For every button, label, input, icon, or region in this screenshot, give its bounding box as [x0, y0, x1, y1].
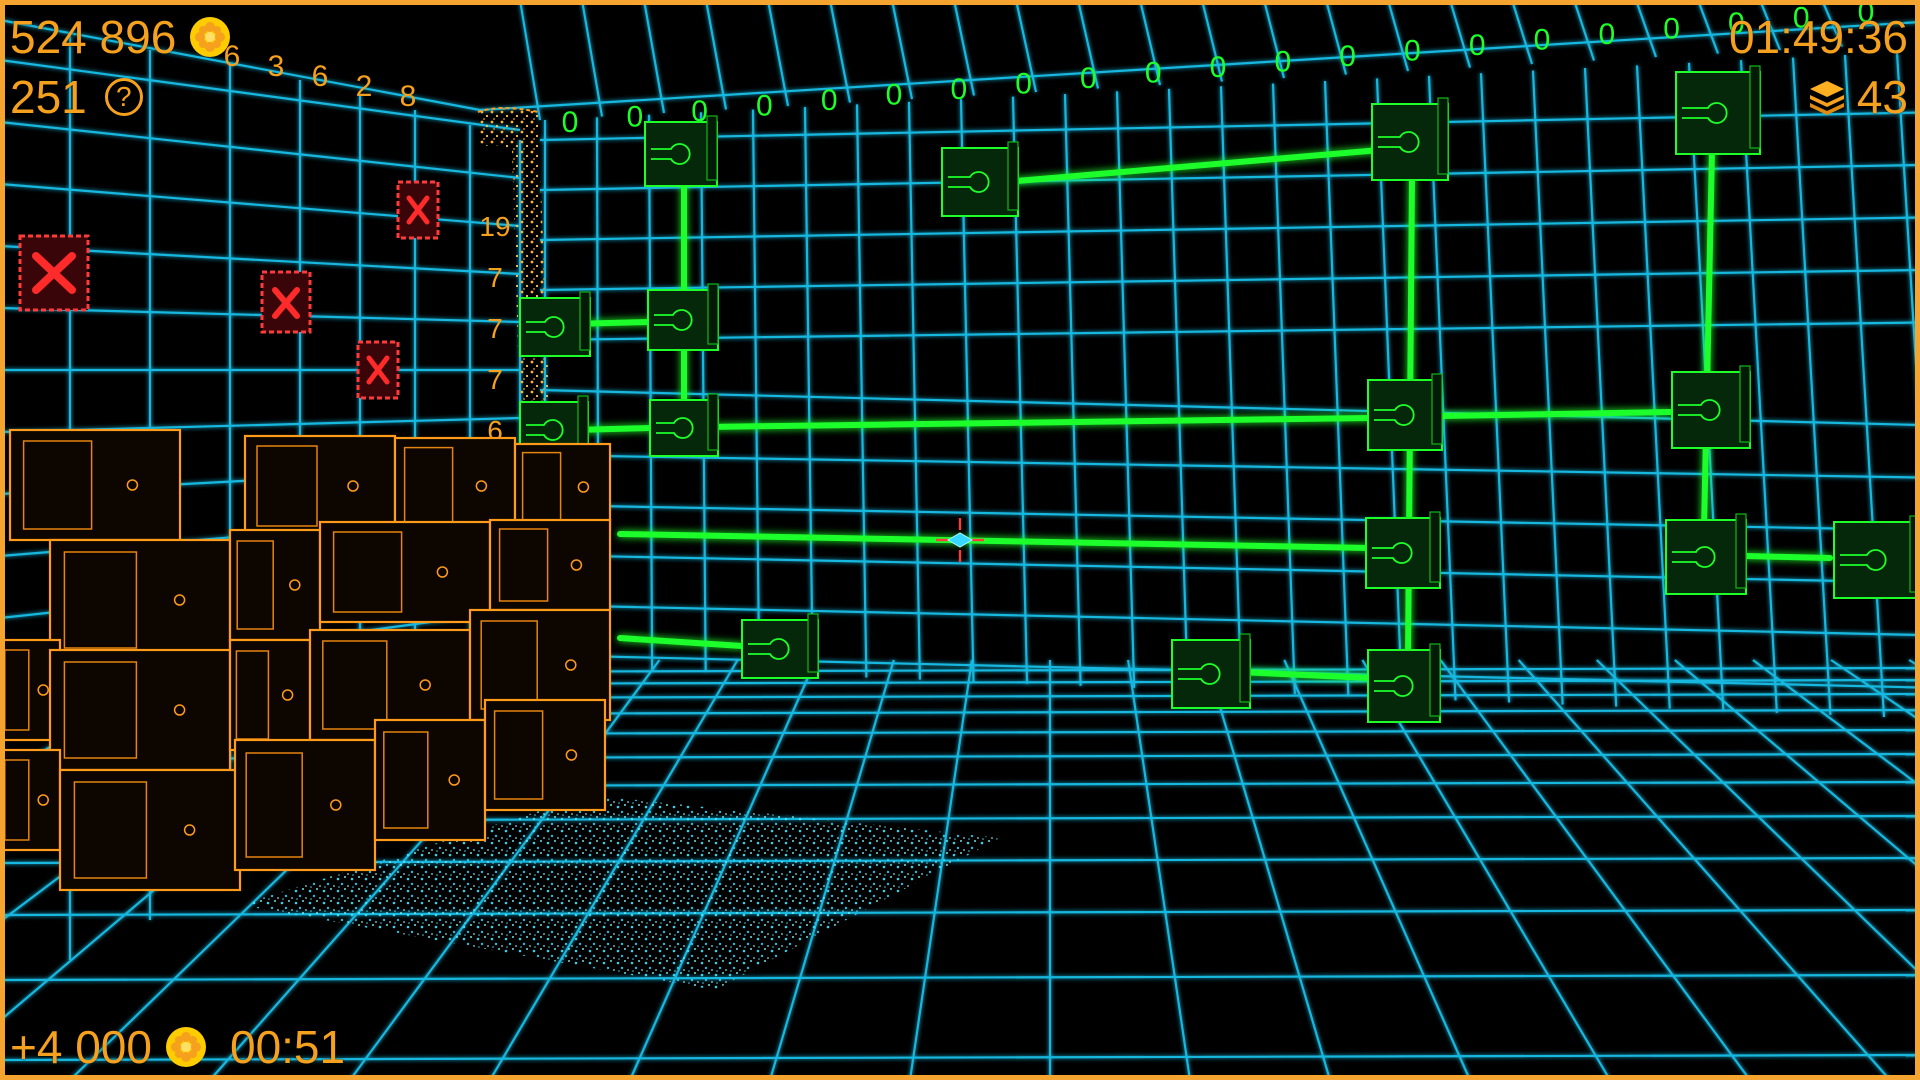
cube-block[interactable]	[318, 520, 492, 624]
counter-digit: 0	[1015, 68, 1032, 101]
counter-digit: 0	[950, 73, 967, 106]
circuit-node[interactable]	[647, 283, 719, 351]
counter-digit: 0	[1469, 29, 1486, 62]
reward-indicator: +4 000 00:51	[10, 1024, 345, 1070]
timer-value: 01:49:36	[1728, 11, 1908, 63]
hint-counter[interactable]: 251 ?	[10, 74, 143, 120]
cube-block[interactable]	[373, 718, 487, 842]
cube-block[interactable]	[228, 528, 322, 642]
hint-count: 251	[10, 71, 87, 123]
counter-digit: 0	[1080, 62, 1097, 95]
coin-icon	[165, 1027, 206, 1067]
counter-digit: 8	[400, 80, 417, 113]
counter-digit: 3	[268, 50, 285, 83]
circuit-node[interactable]	[1671, 365, 1751, 449]
counter-digit: 0	[1598, 18, 1615, 51]
counter-digit: 2	[356, 70, 373, 103]
counter-digit: 0	[886, 79, 903, 112]
cube-block[interactable]	[483, 698, 607, 812]
counter-digit: 0	[626, 101, 643, 134]
cube-block[interactable]	[58, 768, 242, 892]
layered-cubes-icon	[1809, 81, 1844, 115]
counter-digit: 0	[821, 84, 838, 117]
counter-digit: 0	[1210, 51, 1227, 84]
question-circle-icon[interactable]: ?	[104, 78, 143, 116]
cube-block[interactable]	[0, 748, 62, 852]
red-x-icon	[260, 270, 312, 334]
counter-digit: 0	[562, 106, 579, 139]
counter-digit: 0	[756, 90, 773, 123]
circuit-node[interactable]	[649, 393, 719, 457]
red-x-icon	[356, 340, 400, 400]
coin-count: 524 896	[10, 11, 177, 63]
counter-digit: 19	[479, 211, 510, 242]
cube-counter: 43	[1807, 74, 1908, 120]
counter-digit: 0	[1274, 46, 1291, 79]
counter-digit: 6	[312, 60, 329, 93]
circuit-node[interactable]	[1367, 643, 1441, 723]
cube-count: 43	[1856, 71, 1908, 123]
counter-digit: 0	[1404, 35, 1421, 68]
cube-block[interactable]	[48, 538, 232, 662]
cube-block[interactable]	[8, 428, 182, 542]
cube-block[interactable]	[488, 518, 612, 612]
counter-digit: 7	[487, 364, 503, 395]
circuit-node[interactable]	[1833, 515, 1920, 599]
red-x-icon	[18, 234, 90, 312]
circuit-node[interactable]	[644, 115, 718, 187]
cube-block[interactable]	[48, 648, 232, 772]
circuit-node[interactable]	[1665, 513, 1747, 595]
elapsed-timer: 01:49:36	[1729, 14, 1908, 60]
game-viewport[interactable]: 63628 197776 0000000000000000000000	[0, 0, 1920, 1080]
cube-block[interactable]	[233, 738, 377, 872]
circuit-node[interactable]	[1371, 97, 1449, 181]
red-x-icon	[396, 180, 440, 240]
circuit-node[interactable]	[1675, 65, 1761, 155]
counter-digit: 0	[1339, 40, 1356, 73]
counter-digit: 7	[487, 262, 503, 293]
circuit-node[interactable]	[1367, 373, 1443, 451]
counter-digit: 0	[1663, 13, 1680, 46]
reward-amount: +4 000	[10, 1021, 152, 1073]
coin-icon	[190, 17, 231, 57]
circuit-node[interactable]	[941, 141, 1019, 217]
circuit-node[interactable]	[1365, 511, 1441, 589]
counter-digit: 7	[487, 313, 503, 344]
circuit-node[interactable]	[1171, 633, 1251, 709]
cube-block[interactable]	[228, 638, 312, 752]
coin-counter: 524 896	[10, 14, 232, 60]
reward-timer: 00:51	[229, 1021, 346, 1073]
circuit-node[interactable]	[519, 291, 591, 357]
counter-digit: 0	[1145, 57, 1162, 90]
counter-digit: 0	[1534, 24, 1551, 57]
cube-block[interactable]	[513, 442, 612, 532]
circuit-node[interactable]	[741, 613, 819, 679]
